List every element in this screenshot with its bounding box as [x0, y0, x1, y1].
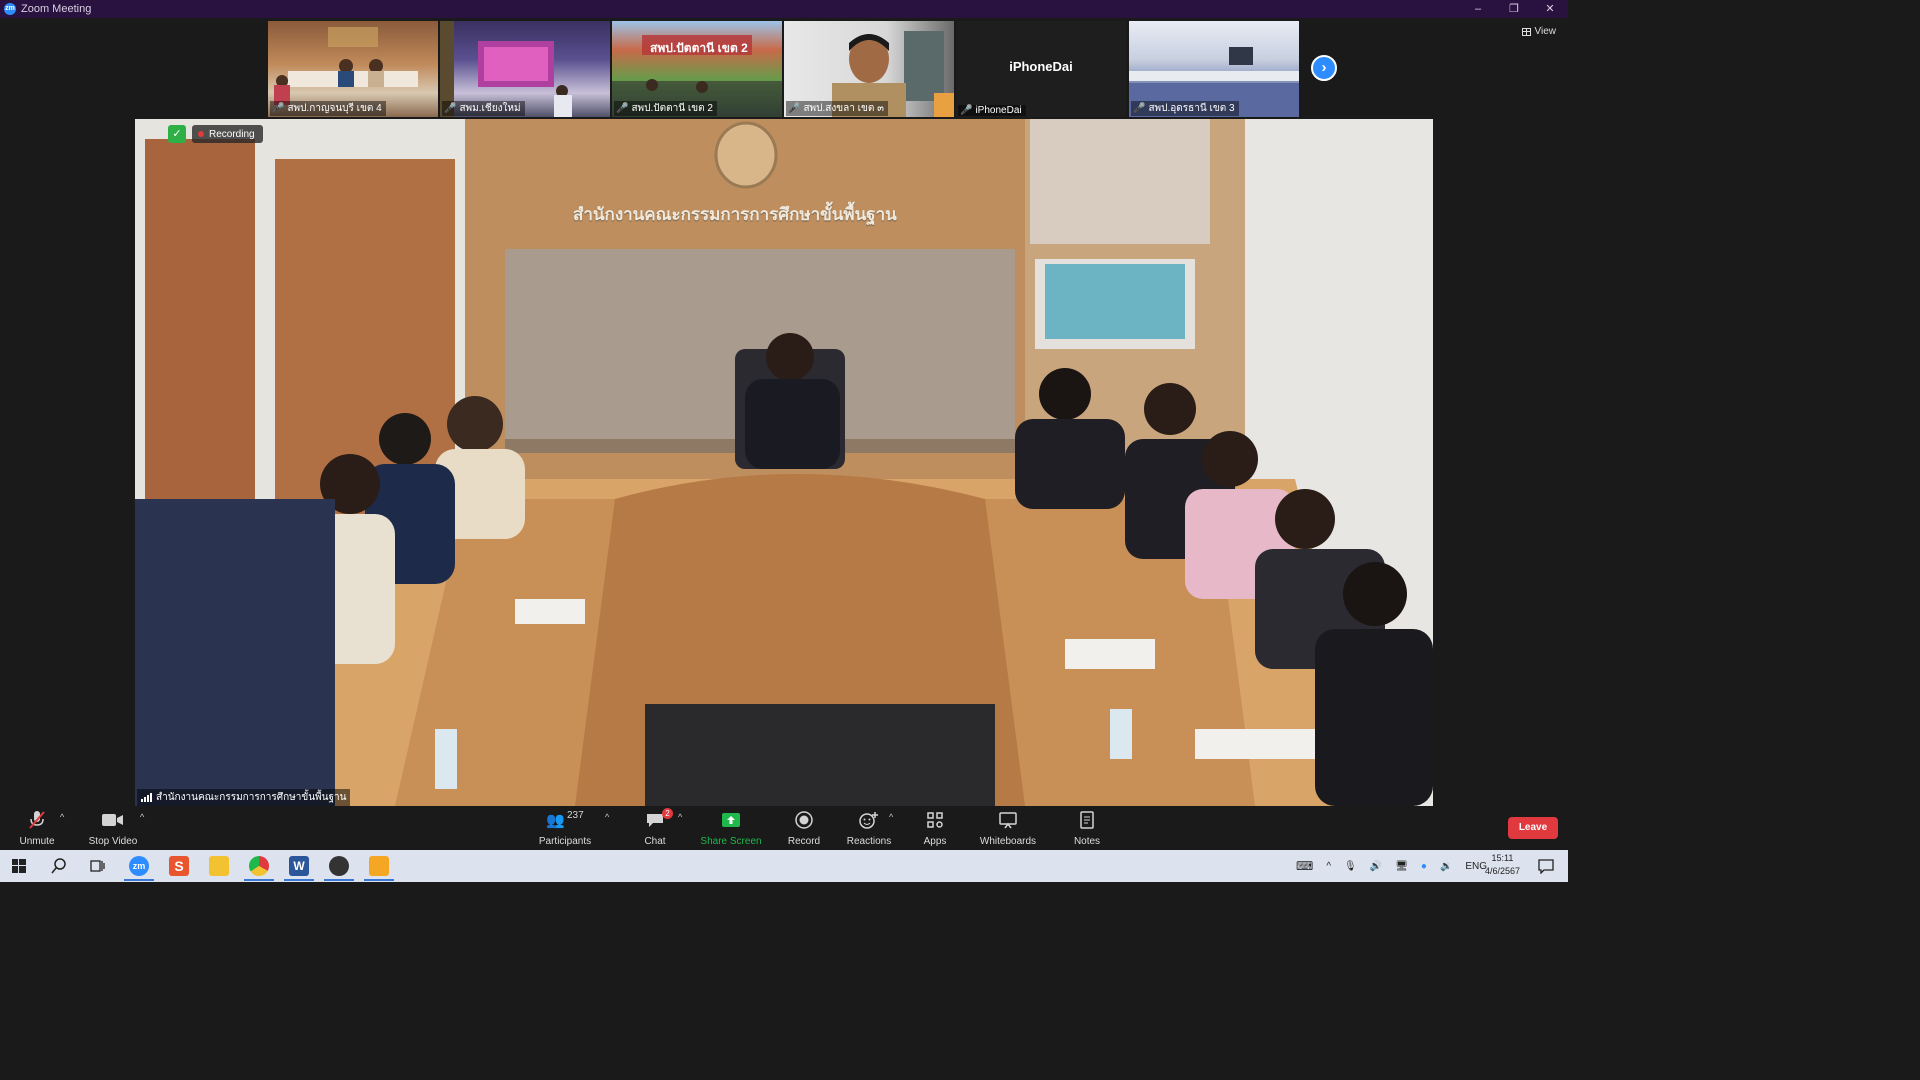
whiteboard-icon: [978, 810, 1038, 830]
muted-mic-icon: 🎤: [272, 103, 285, 114]
taskbar-clock[interactable]: 15:11 4/6/2567: [1485, 852, 1520, 878]
participant-tile[interactable]: 🎤 สพป.กาญจนบุรี เขต 4: [268, 21, 438, 117]
sheets-app-icon[interactable]: S: [169, 856, 189, 876]
participants-button[interactable]: 👥 237 Participants: [537, 810, 593, 847]
signal-bars-icon: [141, 793, 152, 802]
system-tray: ⌨ ^ 🎙 🔊 🖥 ● 🔉 ENG: [1296, 850, 1487, 882]
whiteboards-button[interactable]: Whiteboards: [978, 810, 1038, 847]
next-page-button[interactable]: ›: [1311, 55, 1337, 81]
muted-mic-icon: 🎤: [616, 103, 629, 114]
participant-name: 🎤 สพป.กาญจนบุรี เขต 4: [270, 101, 386, 116]
security-shield-icon[interactable]: ✓: [168, 125, 186, 143]
chat-options-caret[interactable]: ^: [678, 812, 682, 822]
language-indicator[interactable]: ENG: [1465, 861, 1487, 872]
chat-unread-badge: 2: [662, 808, 673, 819]
tile-overlay-text: สพป.ปัตตานี เขต 2: [650, 41, 748, 55]
recording-pill[interactable]: Recording: [192, 125, 263, 143]
reactions-button[interactable]: Reactions: [846, 810, 892, 847]
muted-mic-icon: 🎤: [960, 105, 973, 116]
stop-video-button[interactable]: Stop Video: [86, 810, 140, 847]
participant-name: 🎤 สพป.สงขลา เขต ๓: [786, 101, 888, 116]
network-icon[interactable]: 🖥: [1395, 861, 1408, 872]
apps-icon: [918, 810, 952, 830]
recording-indicator: ✓ Recording: [168, 125, 263, 143]
participant-name: 🎤 iPhoneDai: [958, 105, 1026, 116]
chrome-icon[interactable]: [249, 856, 269, 876]
chevron-up-icon[interactable]: ^: [1326, 861, 1331, 872]
participant-tile[interactable]: 🎤 สพป.อุดรธานี เขต 3: [1129, 21, 1299, 117]
reactions-options-caret[interactable]: ^: [889, 812, 893, 822]
microphone-icon[interactable]: 🎙: [1344, 861, 1357, 872]
search-icon[interactable]: [51, 858, 67, 879]
muted-mic-icon: 🎤: [788, 103, 801, 114]
window-controls: – ❐ ✕: [1460, 0, 1568, 18]
record-icon: [785, 810, 823, 830]
participants-icon: 👥: [546, 812, 565, 829]
close-window-button[interactable]: ✕: [1532, 0, 1568, 18]
speaker-icon[interactable]: 🔊: [1370, 861, 1382, 872]
video-gallery-strip: 🎤 สพป.กาญจนบุรี เขต 4 🎤 สพม.เชียงใหม่ สพป.…: [0, 18, 1568, 119]
video-options-caret[interactable]: ^: [140, 812, 144, 822]
muted-mic-icon: 🎤: [1133, 103, 1146, 114]
title-bar: zm Zoom Meeting – ❐ ✕: [0, 0, 1568, 18]
view-button[interactable]: View: [1521, 26, 1556, 37]
window-title: Zoom Meeting: [21, 3, 92, 15]
participant-name: 🎤 สพม.เชียงใหม่: [442, 101, 525, 116]
task-view-icon[interactable]: [90, 858, 106, 879]
wall-sign: สำนักงานคณะกรรมการการศึกษาขั้นพื้นฐาน: [573, 205, 897, 224]
participant-name: 🎤 สพป.ปัตตานี เขต 2: [614, 101, 717, 116]
pinned-app-icon[interactable]: [369, 856, 389, 876]
participant-tile[interactable]: 🎤 สพม.เชียงใหม่: [440, 21, 610, 117]
participants-options-caret[interactable]: ^: [605, 812, 609, 822]
keyboard-icon[interactable]: ⌨: [1296, 859, 1313, 873]
apps-button[interactable]: Apps: [918, 810, 952, 847]
active-app-indicator: [244, 879, 274, 881]
windows-start-icon[interactable]: [12, 859, 26, 873]
windows-taskbar: zm S W ⌨ ^ 🎙 🔊 🖥 ● 🔉 ENG 15:11 4/6/2567: [0, 850, 1568, 882]
recording-dot-icon: [198, 131, 204, 137]
active-app-indicator: [284, 879, 314, 881]
active-app-indicator: [364, 879, 394, 881]
word-icon[interactable]: W: [289, 856, 309, 876]
clock-time: 15:11: [1491, 853, 1514, 863]
participant-tile[interactable]: iPhoneDai 🎤 iPhoneDai: [956, 21, 1126, 117]
muted-mic-icon: 🎤: [444, 103, 457, 114]
volume-icon[interactable]: 🔉: [1440, 861, 1452, 872]
restore-button[interactable]: ❐: [1496, 0, 1532, 18]
active-app-indicator: [124, 879, 154, 881]
minimize-button[interactable]: –: [1460, 0, 1496, 18]
participant-name: 🎤 สพป.อุดรธานี เขต 3: [1131, 101, 1239, 116]
participant-tile[interactable]: สพป.ปัตตานี เขต 2 🎤 สพป.ปัตตานี เขต 2: [612, 21, 782, 117]
notifications-icon[interactable]: [1538, 858, 1554, 879]
clock-date: 4/6/2567: [1484, 866, 1520, 876]
active-speaker-name: สำนักงานคณะกรรมการการศึกษาขั้นพื้นฐาน: [137, 789, 351, 806]
zoom-taskbar-icon[interactable]: zm: [129, 856, 149, 876]
notes-button[interactable]: Notes: [1071, 810, 1103, 847]
participant-tile[interactable]: 🎤 สพป.สงขลา เขต ๓: [784, 21, 954, 117]
video-camera-icon: [86, 810, 140, 830]
chat-button[interactable]: 2 Chat: [640, 808, 673, 847]
audio-options-caret[interactable]: ^: [60, 812, 64, 822]
zoom-tray-icon[interactable]: ●: [1421, 861, 1427, 872]
share-screen-button[interactable]: Share Screen: [700, 810, 762, 847]
share-screen-icon: [700, 810, 762, 830]
active-app-indicator: [324, 879, 354, 881]
smiley-plus-icon: [846, 810, 892, 830]
unmute-button[interactable]: Unmute: [15, 810, 59, 847]
media-app-icon[interactable]: [329, 856, 349, 876]
record-button[interactable]: Record: [785, 810, 823, 847]
notes-icon: [1071, 810, 1103, 830]
grid-view-icon: [1521, 27, 1531, 36]
active-speaker-video: สำนักงานคณะกรรมการการศึกษาขั้นพื้นฐาน ✓ …: [135, 119, 1433, 806]
zoom-app-icon: zm: [4, 3, 16, 15]
file-explorer-icon[interactable]: [209, 856, 229, 876]
muted-microphone-icon: [15, 810, 59, 830]
leave-button[interactable]: Leave: [1508, 817, 1558, 839]
participant-big-name: iPhoneDai: [1009, 59, 1073, 74]
chat-bubble-icon: 2: [640, 808, 673, 830]
meeting-toolbar: Unmute ^ Stop Video ^ 👥 237 Participants …: [0, 806, 1568, 850]
